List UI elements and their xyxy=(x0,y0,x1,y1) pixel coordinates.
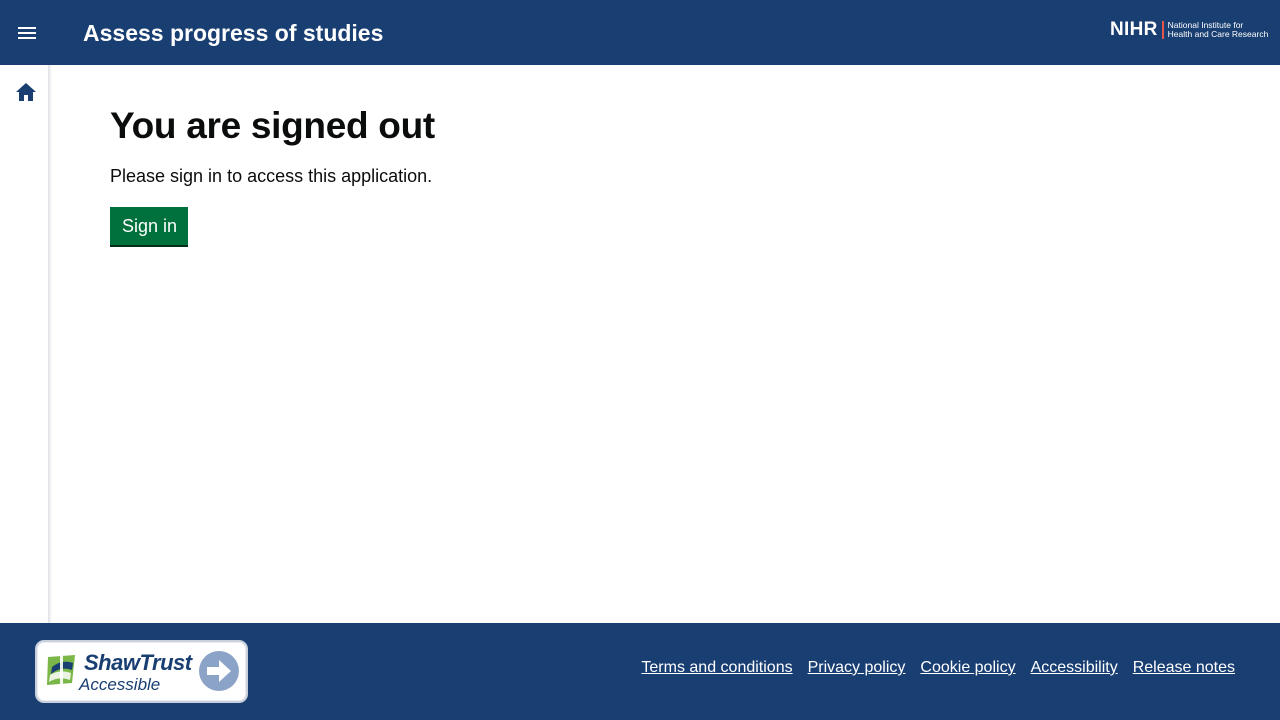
page-title: You are signed out xyxy=(110,105,435,146)
page-footer: ShawTrust Accessible Terms and condition… xyxy=(0,623,1280,720)
cookie-policy-link[interactable]: Cookie policy xyxy=(920,657,1015,679)
arrow-right-icon xyxy=(199,651,239,691)
footer-links: Terms and conditions Privacy policy Cook… xyxy=(641,657,1235,679)
hamburger-menu-button[interactable] xyxy=(10,16,44,50)
nihr-logo-line1: National Institute for xyxy=(1167,19,1244,30)
app-title[interactable]: Assess progress of studies xyxy=(83,17,383,49)
badge-title: ShawTrust xyxy=(84,650,192,675)
nihr-logo-line2: Health and Care Research xyxy=(1167,29,1269,39)
badge-subtitle: Accessible xyxy=(79,675,161,694)
nihr-logo[interactable]: NIHR National Institute for Health and C… xyxy=(1110,18,1268,42)
accessibility-link[interactable]: Accessibility xyxy=(1031,657,1118,679)
nihr-logo-mark: NIHR xyxy=(1110,19,1158,40)
side-navigation xyxy=(0,65,50,623)
app-header: Assess progress of studies NIHR National… xyxy=(0,0,1280,65)
nihr-logo-text: National Institute for Health and Care R… xyxy=(1167,19,1269,40)
nihr-logo-divider xyxy=(1161,21,1164,39)
hamburger-menu-icon xyxy=(18,27,36,39)
sign-in-button[interactable]: Sign in xyxy=(110,207,189,245)
home-button[interactable] xyxy=(12,79,40,105)
shaw-trust-logo-icon xyxy=(47,655,75,685)
shaw-trust-accessible-badge[interactable]: ShawTrust Accessible xyxy=(35,640,248,703)
intro-text: Please sign in to access this applicatio… xyxy=(110,166,433,186)
main-content: You are signed out Please sign in to acc… xyxy=(110,100,435,245)
home-icon xyxy=(16,83,36,101)
privacy-policy-link[interactable]: Privacy policy xyxy=(808,657,906,679)
terms-and-conditions-link[interactable]: Terms and conditions xyxy=(641,657,792,679)
release-notes-link[interactable]: Release notes xyxy=(1133,657,1235,679)
